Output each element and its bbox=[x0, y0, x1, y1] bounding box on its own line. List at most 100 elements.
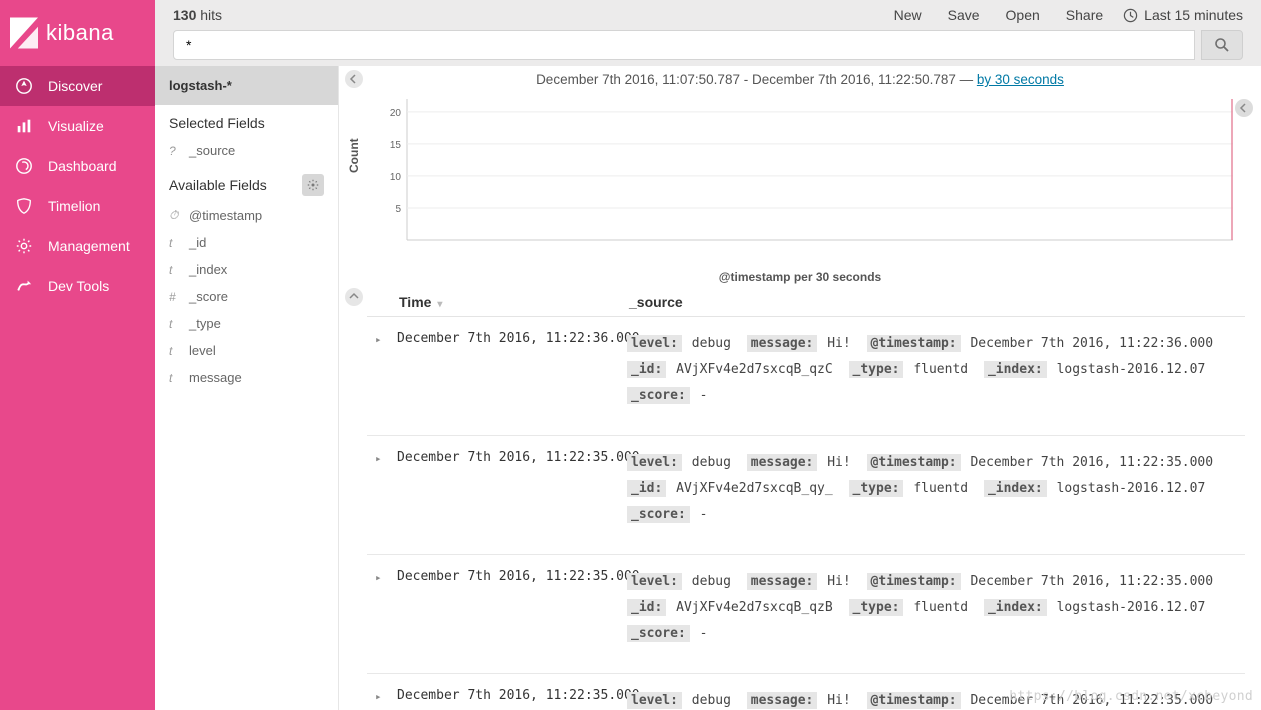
open-button[interactable]: Open bbox=[1006, 7, 1040, 23]
field-key: _id: bbox=[627, 361, 666, 378]
field-key: message: bbox=[747, 454, 818, 471]
time-picker[interactable]: Last 15 minutes bbox=[1123, 7, 1243, 23]
field-name: message bbox=[189, 370, 242, 385]
field-key: _score: bbox=[627, 506, 690, 523]
share-button[interactable]: Share bbox=[1066, 7, 1103, 23]
field-name: @timestamp bbox=[189, 208, 262, 223]
expand-row-button[interactable]: ▸ bbox=[375, 331, 389, 346]
save-button[interactable]: Save bbox=[948, 7, 980, 23]
collapse-chart-button[interactable] bbox=[345, 288, 363, 306]
available-fields-title: Available Fields bbox=[169, 177, 267, 193]
header-time[interactable]: Time ▾ bbox=[399, 294, 629, 310]
field-key: level: bbox=[627, 692, 682, 709]
doc-row: ▸December 7th 2016, 11:22:36.000level: d… bbox=[367, 317, 1245, 436]
field-type-icon: ? bbox=[169, 144, 181, 158]
field-value: debug bbox=[692, 693, 731, 708]
field-item--timestamp[interactable]: ⏱ @timestamp bbox=[155, 202, 338, 229]
sidenav-item-dashboard[interactable]: Dashboard bbox=[0, 146, 155, 186]
field-item--type[interactable]: t_type bbox=[155, 310, 338, 337]
doc-time: December 7th 2016, 11:22:35.000 bbox=[397, 688, 619, 703]
field-key: _type: bbox=[849, 599, 904, 616]
sidenav-label: Visualize bbox=[48, 118, 104, 134]
watermark: https://blog.csdn.net/xcbeyond bbox=[1009, 689, 1253, 704]
field-type-icon: t bbox=[169, 263, 181, 277]
sidenav-label: Timelion bbox=[48, 198, 100, 214]
visualize-icon bbox=[14, 116, 34, 136]
dev-tools-icon bbox=[14, 276, 34, 296]
field-settings-button[interactable] bbox=[302, 174, 324, 196]
interval-link[interactable]: by 30 seconds bbox=[977, 72, 1064, 87]
field-key: message: bbox=[747, 692, 818, 709]
expand-row-button[interactable]: ▸ bbox=[375, 688, 389, 703]
field-key: _index: bbox=[984, 599, 1047, 616]
field-value: AVjXFv4e2d7sxcqB_qzB bbox=[676, 600, 833, 615]
sidenav-item-visualize[interactable]: Visualize bbox=[0, 106, 155, 146]
field-name: _source bbox=[189, 143, 235, 158]
field-name: _index bbox=[189, 262, 227, 277]
field-type-icon: t bbox=[169, 236, 181, 250]
brand-logo[interactable]: kibana bbox=[0, 0, 155, 66]
search-button[interactable] bbox=[1201, 30, 1243, 60]
chart-next-button[interactable] bbox=[1235, 99, 1253, 117]
collapse-left-button[interactable] bbox=[345, 70, 363, 88]
field-value: Hi! bbox=[827, 336, 850, 351]
doc-time: December 7th 2016, 11:22:35.000 bbox=[397, 450, 619, 465]
chart-xlabel: @timestamp per 30 seconds bbox=[379, 268, 1221, 284]
field-key: _type: bbox=[849, 361, 904, 378]
field-value: fluentd bbox=[913, 481, 968, 496]
top-action-menu: New Save Open Share bbox=[894, 7, 1104, 23]
main-area: 130 hits New Save Open Share Last 15 min… bbox=[155, 0, 1261, 710]
query-input[interactable] bbox=[173, 30, 1195, 60]
chart-ylabel: Count bbox=[347, 138, 361, 173]
field-key: @timestamp: bbox=[867, 692, 961, 709]
clock-icon bbox=[1123, 8, 1138, 23]
sidenav-label: Discover bbox=[48, 78, 102, 94]
management-icon bbox=[14, 236, 34, 256]
field-value: fluentd bbox=[913, 362, 968, 377]
hit-count-number: 130 bbox=[173, 7, 196, 23]
field-value: - bbox=[700, 507, 708, 522]
field-value: - bbox=[700, 388, 708, 403]
field-value: logstash-2016.12.07 bbox=[1057, 362, 1206, 377]
field-item--id[interactable]: t _id bbox=[155, 229, 338, 256]
index-pattern-selector[interactable]: logstash-* bbox=[155, 66, 338, 105]
timelion-icon bbox=[14, 196, 34, 216]
time-range-label: Last 15 minutes bbox=[1144, 7, 1243, 23]
field-value: AVjXFv4e2d7sxcqB_qzC bbox=[676, 362, 833, 377]
chevron-left-icon bbox=[1239, 103, 1249, 113]
field-key: @timestamp: bbox=[867, 573, 961, 590]
field-type-icon: t bbox=[169, 317, 181, 331]
header-source[interactable]: _source bbox=[629, 294, 1237, 310]
field-type-icon: t bbox=[169, 371, 181, 385]
field-item--index[interactable]: t _index bbox=[155, 256, 338, 283]
kibana-logo-icon bbox=[10, 17, 38, 49]
query-bar bbox=[155, 30, 1261, 66]
field-type-icon: ⏱ bbox=[169, 208, 181, 223]
field-item-message[interactable]: t message bbox=[155, 364, 338, 391]
sidenav-item-dev-tools[interactable]: Dev Tools bbox=[0, 266, 155, 306]
field-type-icon: t bbox=[169, 344, 181, 358]
field-value: Hi! bbox=[827, 693, 850, 708]
field-value: logstash-2016.12.07 bbox=[1057, 481, 1206, 496]
sidenav-label: Dashboard bbox=[48, 158, 117, 174]
sidenav-item-discover[interactable]: Discover bbox=[0, 66, 155, 106]
sidenav-item-management[interactable]: Management bbox=[0, 226, 155, 266]
sidenav-item-timelion[interactable]: Timelion bbox=[0, 186, 155, 226]
svg-text:10: 10 bbox=[390, 172, 402, 183]
expand-row-button[interactable]: ▸ bbox=[375, 569, 389, 584]
topbar: 130 hits New Save Open Share Last 15 min… bbox=[155, 0, 1261, 30]
field-item--source[interactable]: ? _source bbox=[155, 137, 338, 164]
field-value: logstash-2016.12.07 bbox=[1057, 600, 1206, 615]
field-value: December 7th 2016, 11:22:35.000 bbox=[970, 455, 1213, 470]
field-value: December 7th 2016, 11:22:35.000 bbox=[970, 574, 1213, 589]
field-key: _type: bbox=[849, 480, 904, 497]
field-key: level: bbox=[627, 335, 682, 352]
field-name: _id bbox=[189, 235, 206, 250]
expand-row-button[interactable]: ▸ bbox=[375, 450, 389, 465]
svg-text:15: 15 bbox=[390, 140, 402, 151]
time-range-text: December 7th 2016, 11:07:50.787 - Decemb… bbox=[536, 72, 977, 87]
field-item-level[interactable]: tlevel bbox=[155, 337, 338, 364]
field-value: debug bbox=[692, 455, 731, 470]
new-button[interactable]: New bbox=[894, 7, 922, 23]
field-item--score[interactable]: #_score bbox=[155, 283, 338, 310]
